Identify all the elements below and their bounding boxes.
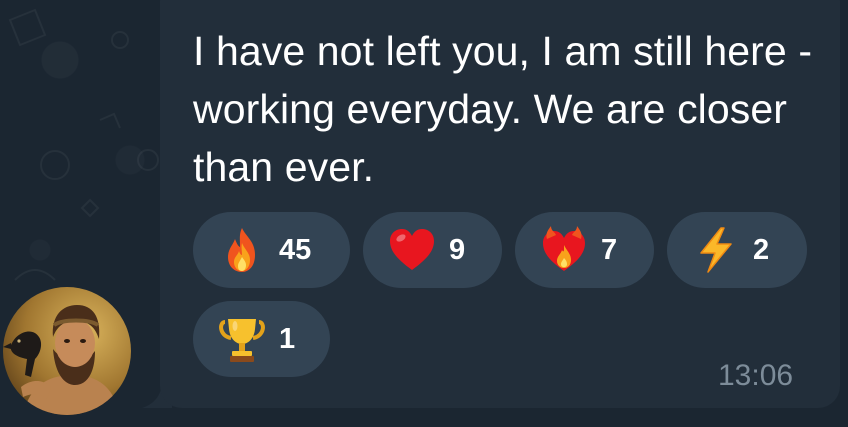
avatar[interactable] [3,287,131,415]
fire-icon [228,228,255,272]
reaction-trophy[interactable]: 1 [193,301,330,377]
reaction-count: 9 [449,233,466,266]
heart-on-fire-icon [543,226,585,271]
reaction-red-heart[interactable]: 9 [363,212,502,288]
reaction-count: 2 [753,233,770,266]
message-timestamp: 13:06 [718,359,794,392]
high-voltage-icon [700,227,732,273]
avatar-painting-icon [3,287,131,415]
reaction-count: 45 [279,233,312,266]
message-text: I have not left you, I am still here - w… [193,28,813,190]
trophy-icon [219,319,265,362]
reaction-high-voltage[interactable]: 2 [667,212,807,288]
reaction-heart-on-fire[interactable]: 7 [515,212,654,288]
red-heart-icon [390,229,434,270]
reaction-count: 1 [279,322,296,355]
reaction-fire[interactable]: 45 [193,212,350,288]
reaction-count: 7 [601,233,618,266]
